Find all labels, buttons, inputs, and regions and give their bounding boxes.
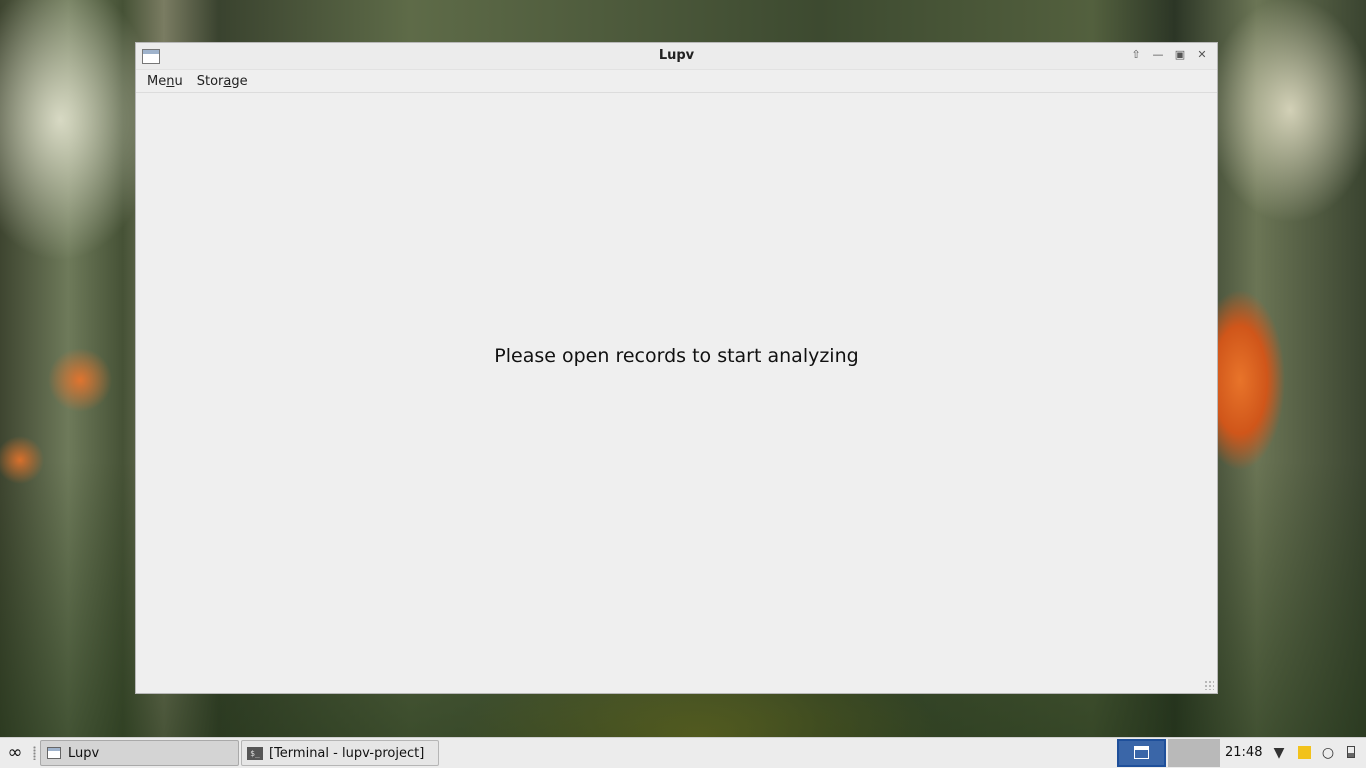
shade-button[interactable]: ⇧: [1129, 48, 1143, 62]
maximize-icon: ▣: [1174, 48, 1186, 61]
taskbar-item-label: [Terminal - lupv-project]: [269, 745, 425, 761]
workspace-1[interactable]: [1117, 739, 1166, 767]
minimize-icon: —: [1152, 48, 1164, 61]
battery-icon[interactable]: [1343, 744, 1359, 762]
maximize-button[interactable]: ▣: [1173, 48, 1187, 62]
taskbar: ∞ Lupv $_ [Terminal - lupv-project] 21:4…: [0, 737, 1366, 768]
start-menu-icon[interactable]: ∞: [3, 743, 27, 763]
terminal-icon: $_: [247, 746, 263, 760]
window-title: Lupv: [658, 48, 695, 63]
taskbar-item-lupv[interactable]: Lupv: [40, 740, 239, 766]
taskbar-separator: [33, 746, 36, 760]
menubar: Menu Storage: [136, 70, 1217, 93]
close-icon: ✕: [1197, 48, 1207, 61]
menu-label-part: u: [174, 73, 183, 89]
workspace-2[interactable]: [1168, 739, 1220, 767]
window-icon: [47, 747, 61, 759]
menu-label-part: ge: [231, 73, 248, 89]
main-content: Please open records to start analyzing: [136, 92, 1217, 693]
notes-icon[interactable]: [1295, 744, 1313, 762]
taskbar-item-label: Lupv: [68, 745, 100, 761]
menu-storage[interactable]: Storage: [197, 74, 248, 89]
menu-label-part: Stor: [196, 73, 224, 89]
menu-label-part: Me: [147, 73, 167, 89]
lightbulb-icon[interactable]: ○: [1319, 744, 1337, 762]
window-titlebar[interactable]: Lupv ⇧ — ▣ ✕: [136, 43, 1217, 70]
close-button[interactable]: ✕: [1195, 48, 1209, 62]
resize-grip[interactable]: [1204, 680, 1214, 690]
lupv-window: Lupv ⇧ — ▣ ✕ Menu Storage Please open re…: [135, 42, 1218, 694]
menu-menu[interactable]: Menu: [147, 74, 183, 89]
network-icon[interactable]: ▼: [1270, 744, 1288, 762]
taskbar-item-terminal[interactable]: $_ [Terminal - lupv-project]: [241, 740, 439, 766]
clock[interactable]: 21:48: [1225, 745, 1262, 760]
arrow-up-icon: ⇧: [1131, 48, 1141, 61]
window-icon: [1134, 746, 1149, 759]
minimize-button[interactable]: —: [1151, 48, 1165, 62]
empty-state-message: Please open records to start analyzing: [494, 345, 859, 367]
